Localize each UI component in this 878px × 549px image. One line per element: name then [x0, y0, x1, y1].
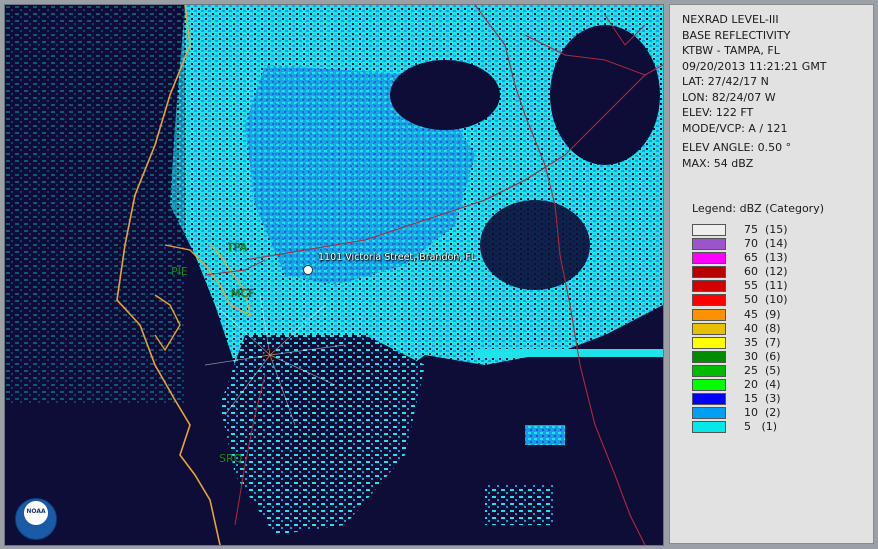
legend-swatch: [692, 379, 726, 392]
legend-label: 25 (5): [744, 363, 781, 377]
legend-label: 35 (7): [744, 335, 781, 349]
station-label-pie: PIE: [171, 265, 188, 278]
legend-label: 50 (10): [744, 293, 788, 307]
legend-label: 30 (6): [744, 349, 781, 363]
legend-label: 20 (4): [744, 378, 781, 392]
legend-swatch: [692, 224, 726, 236]
station-label-tpa: TPA: [227, 241, 248, 254]
legend-swatch: [692, 308, 726, 321]
noaa-logo: NOAA: [15, 498, 57, 540]
legend-swatch: [692, 280, 726, 293]
scan-info: ELEV ANGLE: 0.50 ° MAX: 54 dBZ: [682, 140, 791, 171]
legend-label: 45 (9): [744, 307, 781, 321]
reflectivity-layer: [5, 5, 663, 545]
station-name: KTBW - TAMPA, FL: [682, 44, 780, 57]
station-label-srq: SRQ: [219, 452, 243, 465]
elev-angle: ELEV ANGLE: 0.50 °: [682, 141, 792, 154]
echo-gap-north: [390, 60, 500, 130]
legend-label: 60 (12): [744, 265, 788, 279]
legend-label: 40 (8): [744, 321, 781, 335]
legend-label: 70 (14): [744, 237, 788, 251]
station-label-mcf: MCF: [231, 287, 255, 300]
legend-swatch: [692, 252, 726, 265]
station-lon: LON: 82/24/07 W: [682, 90, 776, 104]
location-marker[interactable]: [303, 265, 313, 275]
product-name: NEXRAD LEVEL-III: [682, 13, 779, 26]
legend-label: 75 (15): [744, 223, 788, 236]
legend-swatch: [692, 364, 726, 377]
max-dbz: MAX: 54 dBZ: [682, 156, 754, 170]
logo-text: NOAA: [26, 508, 46, 515]
legend-swatch: [692, 350, 726, 363]
scan-time: 09/20/2013 11:21:21 GMT: [682, 59, 827, 73]
legend-label: 15 (3): [744, 392, 781, 406]
legend-label: 55 (11): [744, 279, 788, 293]
legend-swatch: [692, 238, 726, 251]
station-lat: LAT: 27/42/17 N: [682, 75, 769, 88]
echo-gap-east: [480, 200, 590, 290]
legend-swatch: [692, 393, 726, 406]
echo-gap-northeast: [550, 25, 660, 165]
legend-label: 10 (2): [744, 406, 781, 420]
legend-title: Legend: dBZ (Category): [692, 202, 824, 215]
legend-swatch: [692, 407, 726, 420]
station-info: NEXRAD LEVEL-III BASE REFLECTIVITY KTBW …: [682, 12, 827, 136]
info-panel: NEXRAD LEVEL-III BASE REFLECTIVITY KTBW …: [669, 4, 874, 544]
legend-swatch: [692, 294, 726, 307]
legend-swatch: [692, 336, 726, 349]
radar-map[interactable]: TPA PIE MCF SRQ 1101 Victoria Street, Br…: [4, 4, 664, 546]
location-label: 1101 Victoria Street, Brandon, FL: [318, 252, 477, 263]
mode-vcp: MODE/VCP: A / 121: [682, 121, 788, 135]
legend-swatch: [692, 266, 726, 279]
legend-label: 65 (13): [744, 251, 788, 265]
product-type: BASE REFLECTIVITY: [682, 28, 791, 42]
legend-label: 5 (1): [744, 420, 778, 434]
station-elev: ELEV: 122 FT: [682, 106, 754, 119]
legend-swatch: [692, 421, 726, 434]
legend-swatch: [692, 322, 726, 335]
